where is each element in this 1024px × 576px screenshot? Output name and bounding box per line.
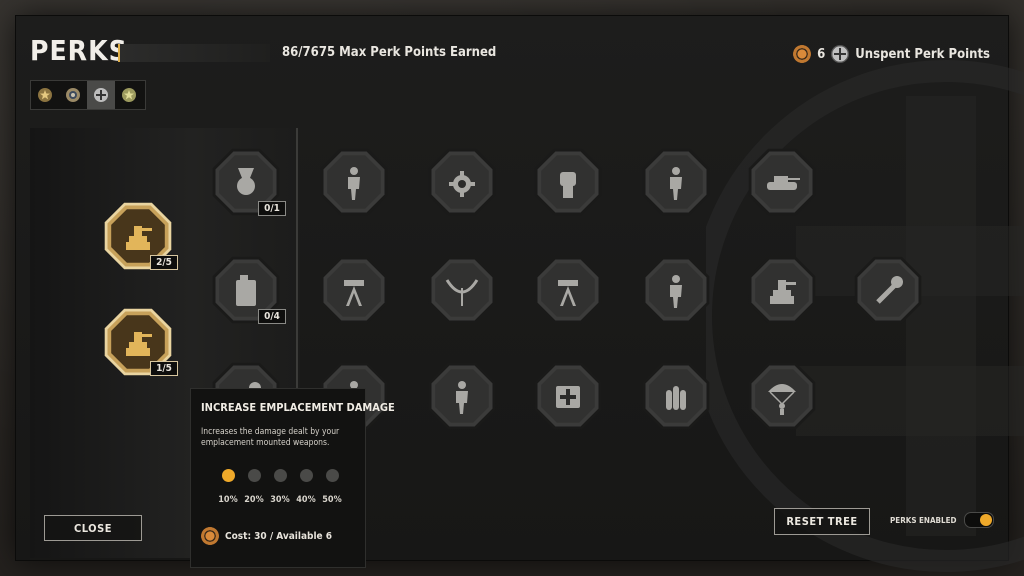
level-dot bbox=[222, 469, 235, 482]
perks-enabled-toggle-group: PERKS ENABLED bbox=[890, 512, 995, 528]
perk-paratrooper[interactable] bbox=[744, 358, 820, 434]
perk-count: 2/5 bbox=[150, 255, 178, 270]
soldier-clock-icon bbox=[348, 167, 360, 200]
gear-coin-icon bbox=[793, 45, 812, 63]
unspent-label: Unspent Perk Points bbox=[855, 46, 990, 62]
level-dot bbox=[300, 469, 313, 482]
perks-enabled-toggle[interactable] bbox=[964, 512, 995, 528]
soldier-running-plus-icon bbox=[456, 381, 468, 414]
tab-faction-2[interactable] bbox=[59, 81, 87, 109]
tooltip-description: Increases the damage dealt by your empla… bbox=[201, 427, 340, 448]
green-star-medal-icon bbox=[122, 88, 136, 102]
fuel-can-icon bbox=[236, 275, 256, 306]
emplacement-shield-icon bbox=[770, 280, 796, 304]
tooltip-cost: Cost: 30 / Available 6 bbox=[201, 527, 332, 545]
perk-soldier-up[interactable] bbox=[638, 144, 714, 220]
medal-skull-icon bbox=[237, 168, 255, 195]
page-title: PERKS bbox=[30, 34, 128, 67]
perk-soldier-running-plus[interactable] bbox=[424, 358, 500, 434]
toggle-label: PERKS ENABLED bbox=[890, 515, 957, 525]
star-medal-icon bbox=[38, 88, 52, 102]
progress-fill bbox=[118, 44, 120, 62]
bow-wire-icon bbox=[445, 279, 479, 306]
mg-tripod-shield-icon bbox=[344, 280, 364, 306]
perk-count: 1/5 bbox=[150, 361, 178, 376]
level-dot bbox=[274, 469, 287, 482]
ammo-icon bbox=[666, 386, 686, 410]
tab-faction-4[interactable] bbox=[115, 81, 143, 109]
tooltip-cost-text: Cost: 30 / Available 6 bbox=[225, 530, 333, 542]
reset-tree-button[interactable]: RESET TREE bbox=[774, 508, 870, 535]
tooltip-title: INCREASE EMPLACEMENT DAMAGE bbox=[201, 401, 395, 414]
perk-tooltip: INCREASE EMPLACEMENT DAMAGE Increases th… bbox=[190, 388, 395, 568]
perk-tank-plus[interactable] bbox=[744, 144, 820, 220]
max-perk-points-text: 86/7675 Max Perk Points Earned bbox=[282, 45, 497, 60]
perk-emplacement-upgrade[interactable]: 2/5 bbox=[100, 198, 178, 274]
iron-cross-icon bbox=[94, 88, 108, 102]
tab-faction-1[interactable] bbox=[31, 81, 59, 109]
perk-fuel-can[interactable]: 0/4 bbox=[208, 252, 286, 328]
gear-coin-icon bbox=[201, 527, 219, 545]
tank-plus-icon bbox=[767, 176, 800, 190]
perk-bow-wire[interactable] bbox=[424, 252, 500, 328]
close-button[interactable]: CLOSE bbox=[44, 515, 142, 541]
gear-plus-icon bbox=[449, 171, 475, 197]
perk-soldier-shield[interactable] bbox=[638, 252, 714, 328]
tab-faction-3[interactable] bbox=[87, 81, 115, 109]
cross-coin-icon bbox=[831, 45, 850, 63]
perk-soldier-clock[interactable] bbox=[316, 144, 392, 220]
faction-tabs bbox=[30, 80, 146, 110]
unspent-count: 6 bbox=[817, 46, 826, 62]
ring-medal-icon bbox=[66, 88, 80, 102]
level-dot bbox=[248, 469, 261, 482]
perk-emplacement-shield[interactable] bbox=[744, 252, 820, 328]
column-divider bbox=[296, 128, 298, 398]
perk-medal-skull[interactable]: 0/1 bbox=[208, 144, 286, 220]
wrench-plus-icon bbox=[876, 276, 903, 304]
level-percent: 50% bbox=[322, 495, 342, 505]
emplacement-upgrade-icon bbox=[126, 226, 152, 250]
fist-plus-icon bbox=[560, 172, 576, 198]
emplacement-damage-icon bbox=[126, 332, 152, 356]
unspent-points: 6 Unspent Perk Points bbox=[793, 45, 990, 63]
paratrooper-icon bbox=[768, 384, 796, 415]
perk-gear-plus[interactable] bbox=[424, 144, 500, 220]
perk-count: 0/4 bbox=[258, 309, 286, 324]
level-dot bbox=[326, 469, 339, 482]
perk-count: 0/1 bbox=[258, 201, 286, 216]
mg-tripod-bullets-icon bbox=[558, 280, 578, 306]
toggle-knob bbox=[980, 514, 993, 526]
perk-ammo[interactable] bbox=[638, 358, 714, 434]
perk-fist-plus[interactable] bbox=[530, 144, 606, 220]
medkit-icon bbox=[556, 386, 580, 408]
soldier-up-icon bbox=[670, 167, 682, 200]
soldier-shield-icon bbox=[670, 275, 682, 308]
perk-mg-tripod-bullets[interactable] bbox=[530, 252, 606, 328]
perk-emplacement-damage[interactable]: 1/5 bbox=[100, 304, 178, 380]
perk-mg-tripod-shield[interactable] bbox=[316, 252, 392, 328]
perk-wrench-plus[interactable] bbox=[850, 252, 926, 328]
perk-medkit[interactable] bbox=[530, 358, 606, 434]
perk-points-progress bbox=[118, 44, 270, 62]
